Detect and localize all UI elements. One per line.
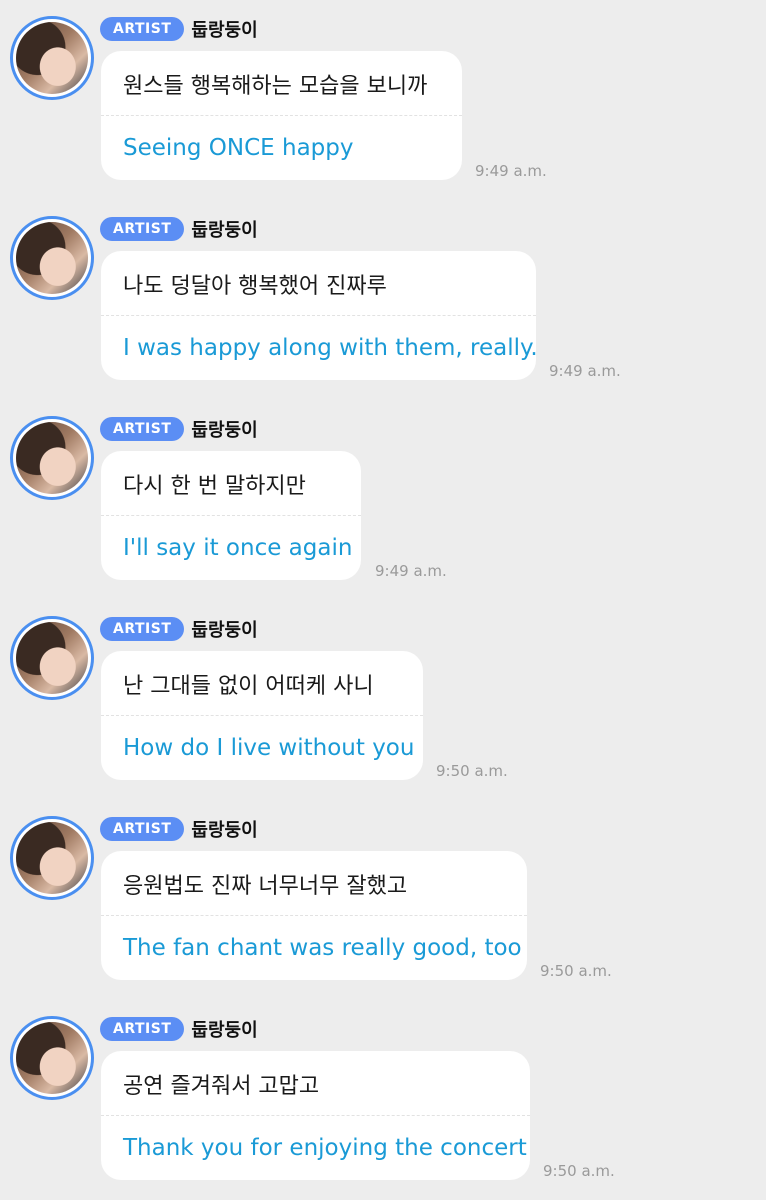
message-korean-text: 원스들 행복해하는 모습을 보니까 xyxy=(123,74,428,99)
message-header: ARTIST 둡랑둥이 xyxy=(100,217,258,241)
message-bubble[interactable]: 다시 한 번 말하지만 I'll say it once again xyxy=(101,451,361,580)
message-timestamp: 9:50 a.m. xyxy=(543,1162,615,1180)
message-row: ARTIST 둡랑둥이 나도 덩달아 행복했어 진짜루 I was happy … xyxy=(0,200,766,400)
message-row: ARTIST 둡랑둥이 원스들 행복해하는 모습을 보니까 Seeing ONC… xyxy=(0,0,766,200)
avatar[interactable] xyxy=(10,216,94,300)
message-korean-text: 나도 덩달아 행복했어 진짜루 xyxy=(123,274,387,299)
translation-divider xyxy=(101,515,361,516)
artist-badge: ARTIST xyxy=(100,217,185,241)
message-translation-text: Thank you for enjoying the concert xyxy=(123,1135,527,1161)
message-header: ARTIST 둡랑둥이 xyxy=(100,817,258,841)
artist-badge: ARTIST xyxy=(100,617,185,641)
message-korean-text: 응원법도 진짜 너무너무 잘했고 xyxy=(123,874,408,899)
message-row: ARTIST 둡랑둥이 공연 즐겨줘서 고맙고 Thank you for en… xyxy=(0,1000,766,1200)
message-translation-text: I'll say it once again xyxy=(123,535,353,561)
message-translation-text: How do I live without you xyxy=(123,735,415,761)
avatar-photo xyxy=(16,22,88,94)
sender-name: 둡랑둥이 xyxy=(191,1020,258,1041)
message-timestamp: 9:49 a.m. xyxy=(475,162,547,180)
message-bubble[interactable]: 원스들 행복해하는 모습을 보니까 Seeing ONCE happy xyxy=(101,51,462,180)
message-korean-text: 난 그대들 없이 어떠케 사니 xyxy=(123,674,374,699)
avatar[interactable] xyxy=(10,1016,94,1100)
avatar-photo xyxy=(16,422,88,494)
message-timestamp: 9:49 a.m. xyxy=(549,362,621,380)
artist-badge: ARTIST xyxy=(100,17,185,41)
message-bubble[interactable]: 응원법도 진짜 너무너무 잘했고 The fan chant was reall… xyxy=(101,851,527,980)
message-header: ARTIST 둡랑둥이 xyxy=(100,617,258,641)
message-timestamp: 9:49 a.m. xyxy=(375,562,447,580)
message-row: ARTIST 둡랑둥이 난 그대들 없이 어떠케 사니 How do I liv… xyxy=(0,600,766,800)
avatar-photo xyxy=(16,222,88,294)
chat-log: ARTIST 둡랑둥이 원스들 행복해하는 모습을 보니까 Seeing ONC… xyxy=(0,0,766,1200)
translation-divider xyxy=(101,915,527,916)
avatar[interactable] xyxy=(10,816,94,900)
artist-badge: ARTIST xyxy=(100,817,185,841)
translation-divider xyxy=(101,1115,530,1116)
avatar-photo xyxy=(16,622,88,694)
message-translation-text: Seeing ONCE happy xyxy=(123,135,354,161)
message-bubble[interactable]: 공연 즐겨줘서 고맙고 Thank you for enjoying the c… xyxy=(101,1051,530,1180)
sender-name: 둡랑둥이 xyxy=(191,220,258,241)
message-row: ARTIST 둡랑둥이 다시 한 번 말하지만 I'll say it once… xyxy=(0,400,766,600)
avatar-photo xyxy=(16,1022,88,1094)
sender-name: 둡랑둥이 xyxy=(191,820,258,841)
message-bubble[interactable]: 난 그대들 없이 어떠케 사니 How do I live without yo… xyxy=(101,651,423,780)
translation-divider xyxy=(101,715,423,716)
message-row: ARTIST 둡랑둥이 응원법도 진짜 너무너무 잘했고 The fan cha… xyxy=(0,800,766,1000)
message-translation-text: I was happy along with them, really. xyxy=(123,335,538,361)
message-korean-text: 다시 한 번 말하지만 xyxy=(123,474,306,499)
avatar-photo xyxy=(16,822,88,894)
avatar[interactable] xyxy=(10,416,94,500)
translation-divider xyxy=(101,115,462,116)
avatar[interactable] xyxy=(10,616,94,700)
sender-name: 둡랑둥이 xyxy=(191,620,258,641)
message-timestamp: 9:50 a.m. xyxy=(540,962,612,980)
artist-badge: ARTIST xyxy=(100,1017,185,1041)
message-header: ARTIST 둡랑둥이 xyxy=(100,17,258,41)
artist-badge: ARTIST xyxy=(100,417,185,441)
message-korean-text: 공연 즐겨줘서 고맙고 xyxy=(123,1074,320,1099)
avatar[interactable] xyxy=(10,16,94,100)
sender-name: 둡랑둥이 xyxy=(191,20,258,41)
message-timestamp: 9:50 a.m. xyxy=(436,762,508,780)
message-bubble[interactable]: 나도 덩달아 행복했어 진짜루 I was happy along with t… xyxy=(101,251,538,380)
message-header: ARTIST 둡랑둥이 xyxy=(100,417,258,441)
message-header: ARTIST 둡랑둥이 xyxy=(100,1017,258,1041)
sender-name: 둡랑둥이 xyxy=(191,420,258,441)
message-translation-text: The fan chant was really good, too xyxy=(123,935,522,961)
translation-divider xyxy=(101,315,536,316)
